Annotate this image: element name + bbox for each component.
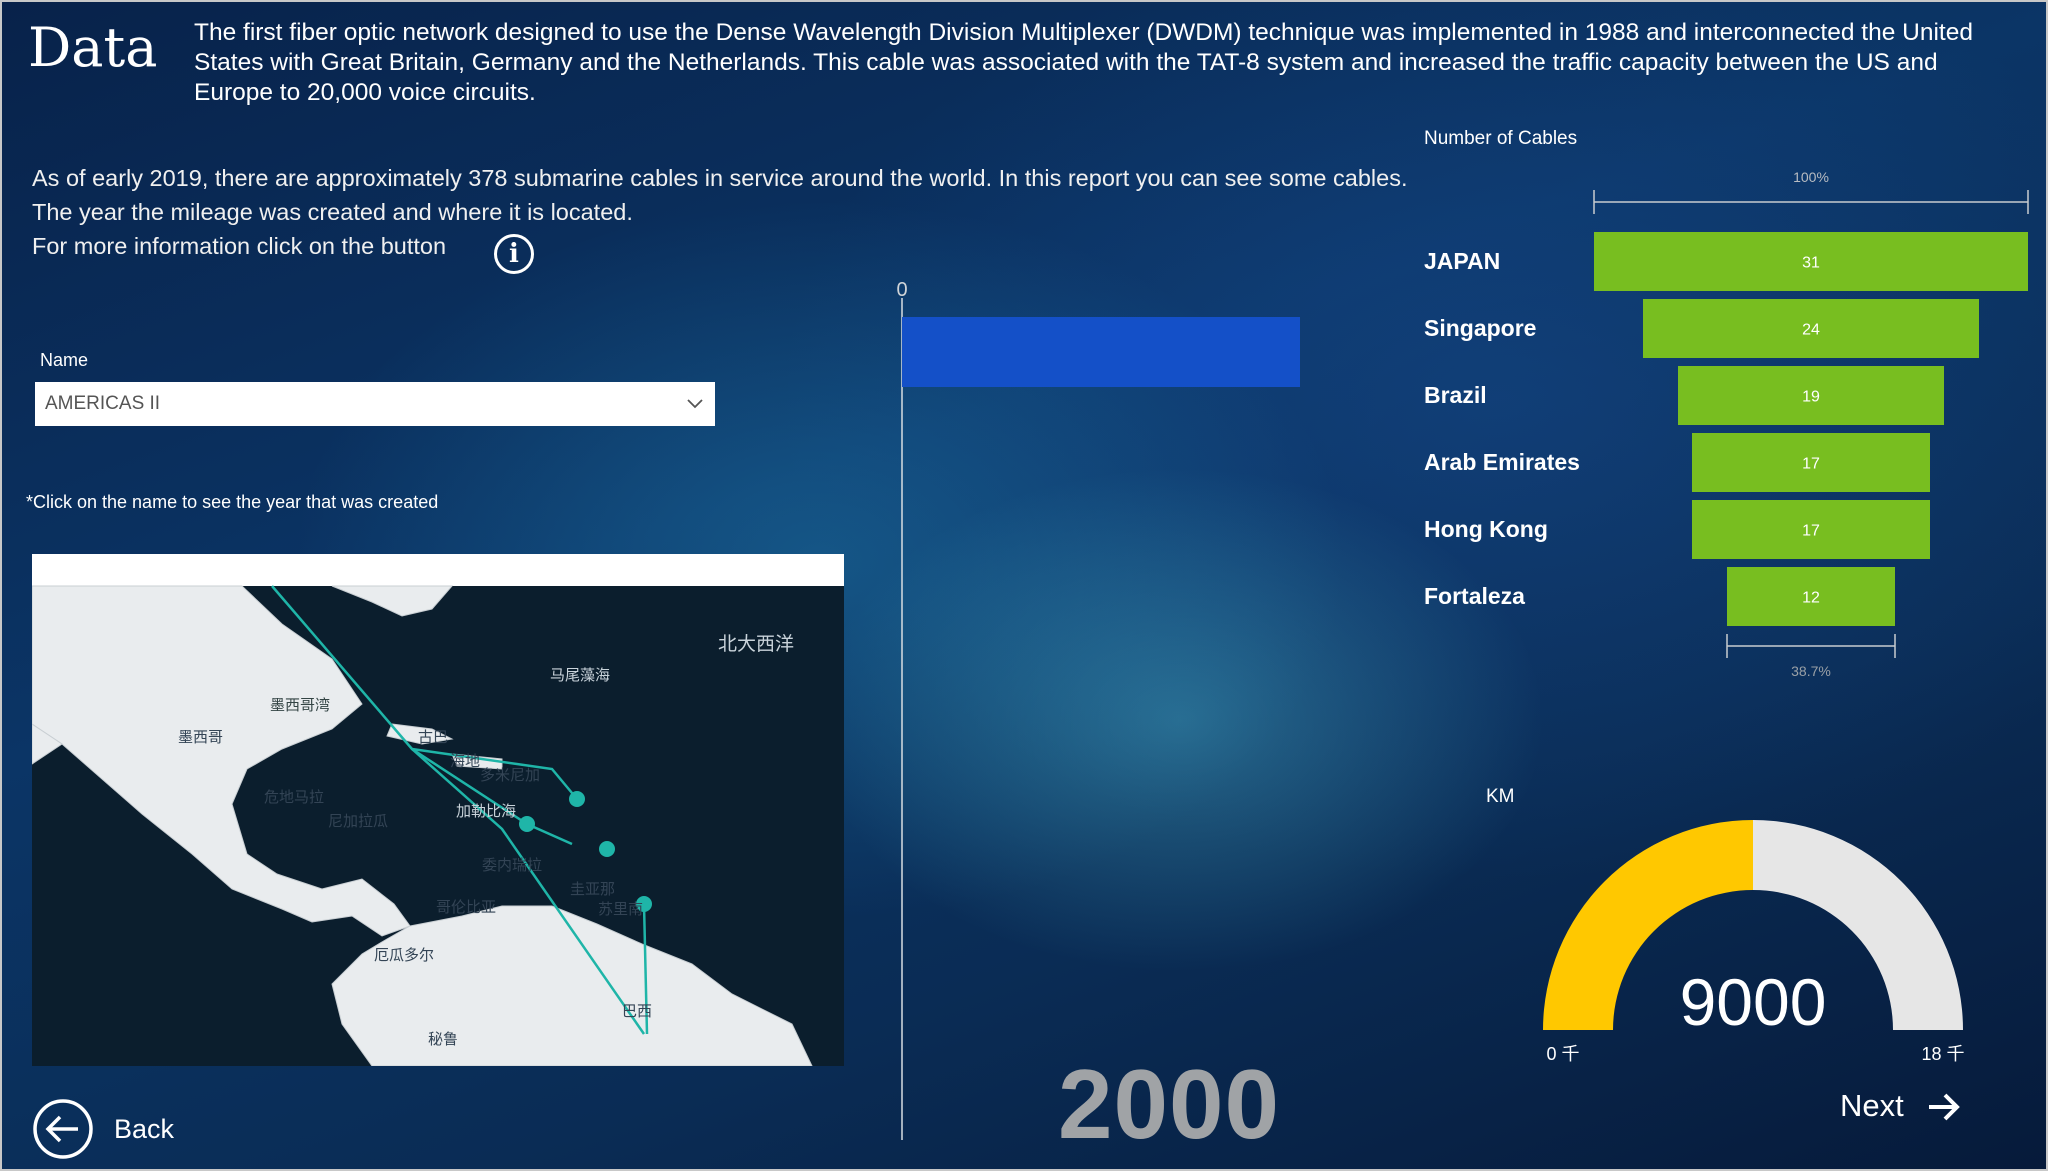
funnel-bottom-percent: 38.7% <box>1791 663 1831 679</box>
map-label: 委内瑞拉 <box>482 856 543 874</box>
landing-point[interactable] <box>569 791 585 807</box>
map-label: 墨西哥湾 <box>270 696 331 714</box>
map-label: 海地 <box>450 752 481 770</box>
funnel-category-label: Fortaleza <box>1424 583 1525 609</box>
gauge-min-label: 0 千 <box>1546 1044 1579 1064</box>
map-label: 哥伦比亚 <box>436 898 497 916</box>
info-icon[interactable]: i <box>494 234 534 274</box>
map-label: 多米尼加 <box>480 766 541 784</box>
funnel-category-label: Hong Kong <box>1424 516 1548 542</box>
map-label: 北大西洋 <box>718 633 795 655</box>
gauge-title: KM <box>1486 786 1515 807</box>
description-line-2: The year the mileage was created and whe… <box>32 199 633 225</box>
cable-route-map[interactable]: 北大西洋 马尾藻海 墨西哥湾 墨西哥 古巴 海地 多米尼加 危地马拉 尼加拉瓜 … <box>32 554 844 1066</box>
map-label: 墨西哥 <box>178 728 224 746</box>
dropdown-selected-value: AMERICAS II <box>45 393 161 414</box>
year-created-value: 2000 <box>1058 1049 1281 1159</box>
data-label: 17 <box>1802 456 1820 473</box>
map-label: 圭亚那 <box>570 880 616 898</box>
funnel-category-label: Singapore <box>1424 315 1537 341</box>
funnel-title: Number of Cables <box>1424 128 1578 149</box>
map-label: 尼加拉瓜 <box>328 812 389 830</box>
funnel-category-label: JAPAN <box>1424 248 1501 274</box>
chevron-down-icon <box>687 399 703 409</box>
funnel-category-label: Arab Emirates <box>1424 449 1580 475</box>
landing-point[interactable] <box>599 841 615 857</box>
data-label: 24 <box>1802 322 1820 339</box>
map-label: 秘鲁 <box>428 1030 459 1048</box>
cables-funnel-chart[interactable]: 100% 31 24 19 17 17 12 38.7% <box>1580 160 2040 700</box>
next-button[interactable]: Next <box>1840 1088 1904 1124</box>
x-tick-label: 0 <box>896 279 907 301</box>
map-label: 加勒比海 <box>456 802 517 820</box>
back-button[interactable]: Back <box>114 1114 174 1145</box>
data-label: 19 <box>1802 389 1820 406</box>
bar[interactable] <box>902 317 1300 387</box>
funnel-category-label: Brazil <box>1424 382 1487 408</box>
name-dropdown[interactable]: AMERICAS II <box>35 382 715 426</box>
filter-label: Name <box>40 350 89 370</box>
landing-point[interactable] <box>519 816 535 832</box>
arrow-right-icon[interactable] <box>1926 1090 1962 1124</box>
map-label: 苏里南 <box>598 900 644 918</box>
gauge-value: 9000 <box>1680 965 1827 1039</box>
map-label: 危地马拉 <box>264 788 325 806</box>
map-label: 巴西 <box>622 1002 653 1020</box>
intro-text: The first fiber optic network designed t… <box>194 19 1973 106</box>
length-bar-chart[interactable]: 020,00040,000AMERICAS II45,000 <box>880 270 1300 1140</box>
filter-note: *Click on the name to see the year that … <box>26 492 439 512</box>
gauge-max-label: 18 千 <box>1921 1044 1964 1064</box>
description-line-1: As of early 2019, there are approximatel… <box>32 165 1408 191</box>
data-label: 12 <box>1802 590 1820 607</box>
map-label: 古巴 <box>418 728 449 746</box>
page-title: Data <box>28 16 158 79</box>
arrow-left-circle-icon[interactable] <box>32 1098 94 1160</box>
description-line-3: For more information click on the button <box>32 233 447 259</box>
funnel-top-percent: 100% <box>1793 169 1829 185</box>
data-label: 31 <box>1802 255 1820 272</box>
data-label: 17 <box>1802 523 1820 540</box>
map-label: 马尾藻海 <box>550 666 611 684</box>
map-label: 厄瓜多尔 <box>374 946 435 964</box>
km-gauge[interactable]: 9000 0 千 18 千 <box>1520 800 2000 1080</box>
